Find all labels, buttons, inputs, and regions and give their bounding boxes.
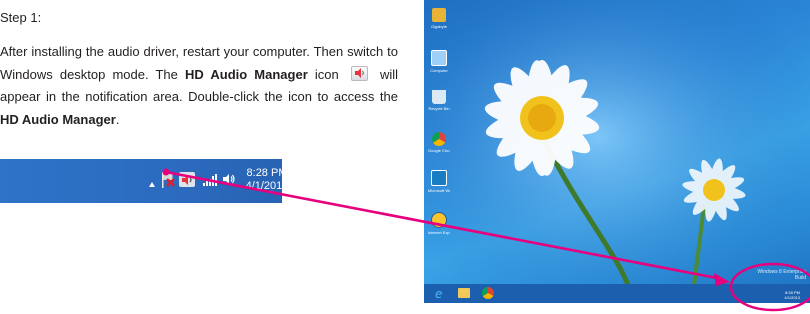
desktop-taskbar: e 8:28 PM 4/1/2013	[424, 284, 810, 303]
folder-icon	[432, 8, 446, 22]
computer-icon	[431, 50, 447, 66]
daisy-wallpaper	[424, 0, 810, 303]
internet-icon	[431, 212, 447, 228]
windows-watermark: Windows 8 Enterprise Build	[757, 269, 806, 281]
show-hidden-icons-arrow[interactable]	[148, 176, 156, 194]
volume-icon[interactable]	[222, 172, 236, 191]
taskbar-clock-date[interactable]: 4/1/2013	[241, 180, 293, 193]
web-icon	[431, 170, 447, 186]
signal-icon[interactable]	[203, 173, 217, 191]
speaker-icon	[350, 65, 368, 81]
ie-icon[interactable]: e	[434, 287, 447, 303]
notification-area-crop: 8:28 PM 4/1/2013	[0, 159, 288, 203]
hd-audio-manager-label-2: HD Audio Manager	[0, 111, 116, 127]
desktop-icon-recycle-bin[interactable]: Recycle Bin	[428, 90, 450, 111]
desktop-icon-folder[interactable]: Gigabyte	[428, 8, 450, 29]
desktop-icon-chrome[interactable]: Google Chrome	[428, 132, 450, 153]
chrome-icon	[432, 132, 446, 146]
chrome-taskbar-icon[interactable]	[482, 287, 494, 299]
explorer-icon[interactable]	[458, 288, 470, 298]
instruction-text-4: .	[115, 111, 120, 127]
desktop-icon-internet[interactable]: Internet Explorer	[428, 212, 450, 235]
svg-text:e: e	[435, 287, 442, 300]
step-title: Step 1:	[0, 10, 42, 25]
speaker-icon[interactable]	[179, 171, 195, 194]
taskbar-clock-time[interactable]: 8:28 PM	[241, 167, 293, 180]
desktop-icon-web[interactable]: Microsoft Web	[428, 170, 450, 193]
recycle-bin-icon	[432, 90, 446, 104]
hd-audio-manager-label: HD Audio Manager	[184, 66, 308, 82]
instruction-text-2: icon	[307, 66, 346, 82]
instruction-paragraph: After installing the audio driver, resta…	[0, 41, 398, 131]
desktop-icon-computer[interactable]: Computer	[428, 50, 450, 73]
desktop-tray[interactable]: 8:28 PM 4/1/2013	[784, 290, 800, 300]
desktop-screenshot: Gigabyte Computer Recycle Bin Google Chr…	[424, 0, 810, 303]
flag-icon[interactable]	[160, 171, 176, 194]
